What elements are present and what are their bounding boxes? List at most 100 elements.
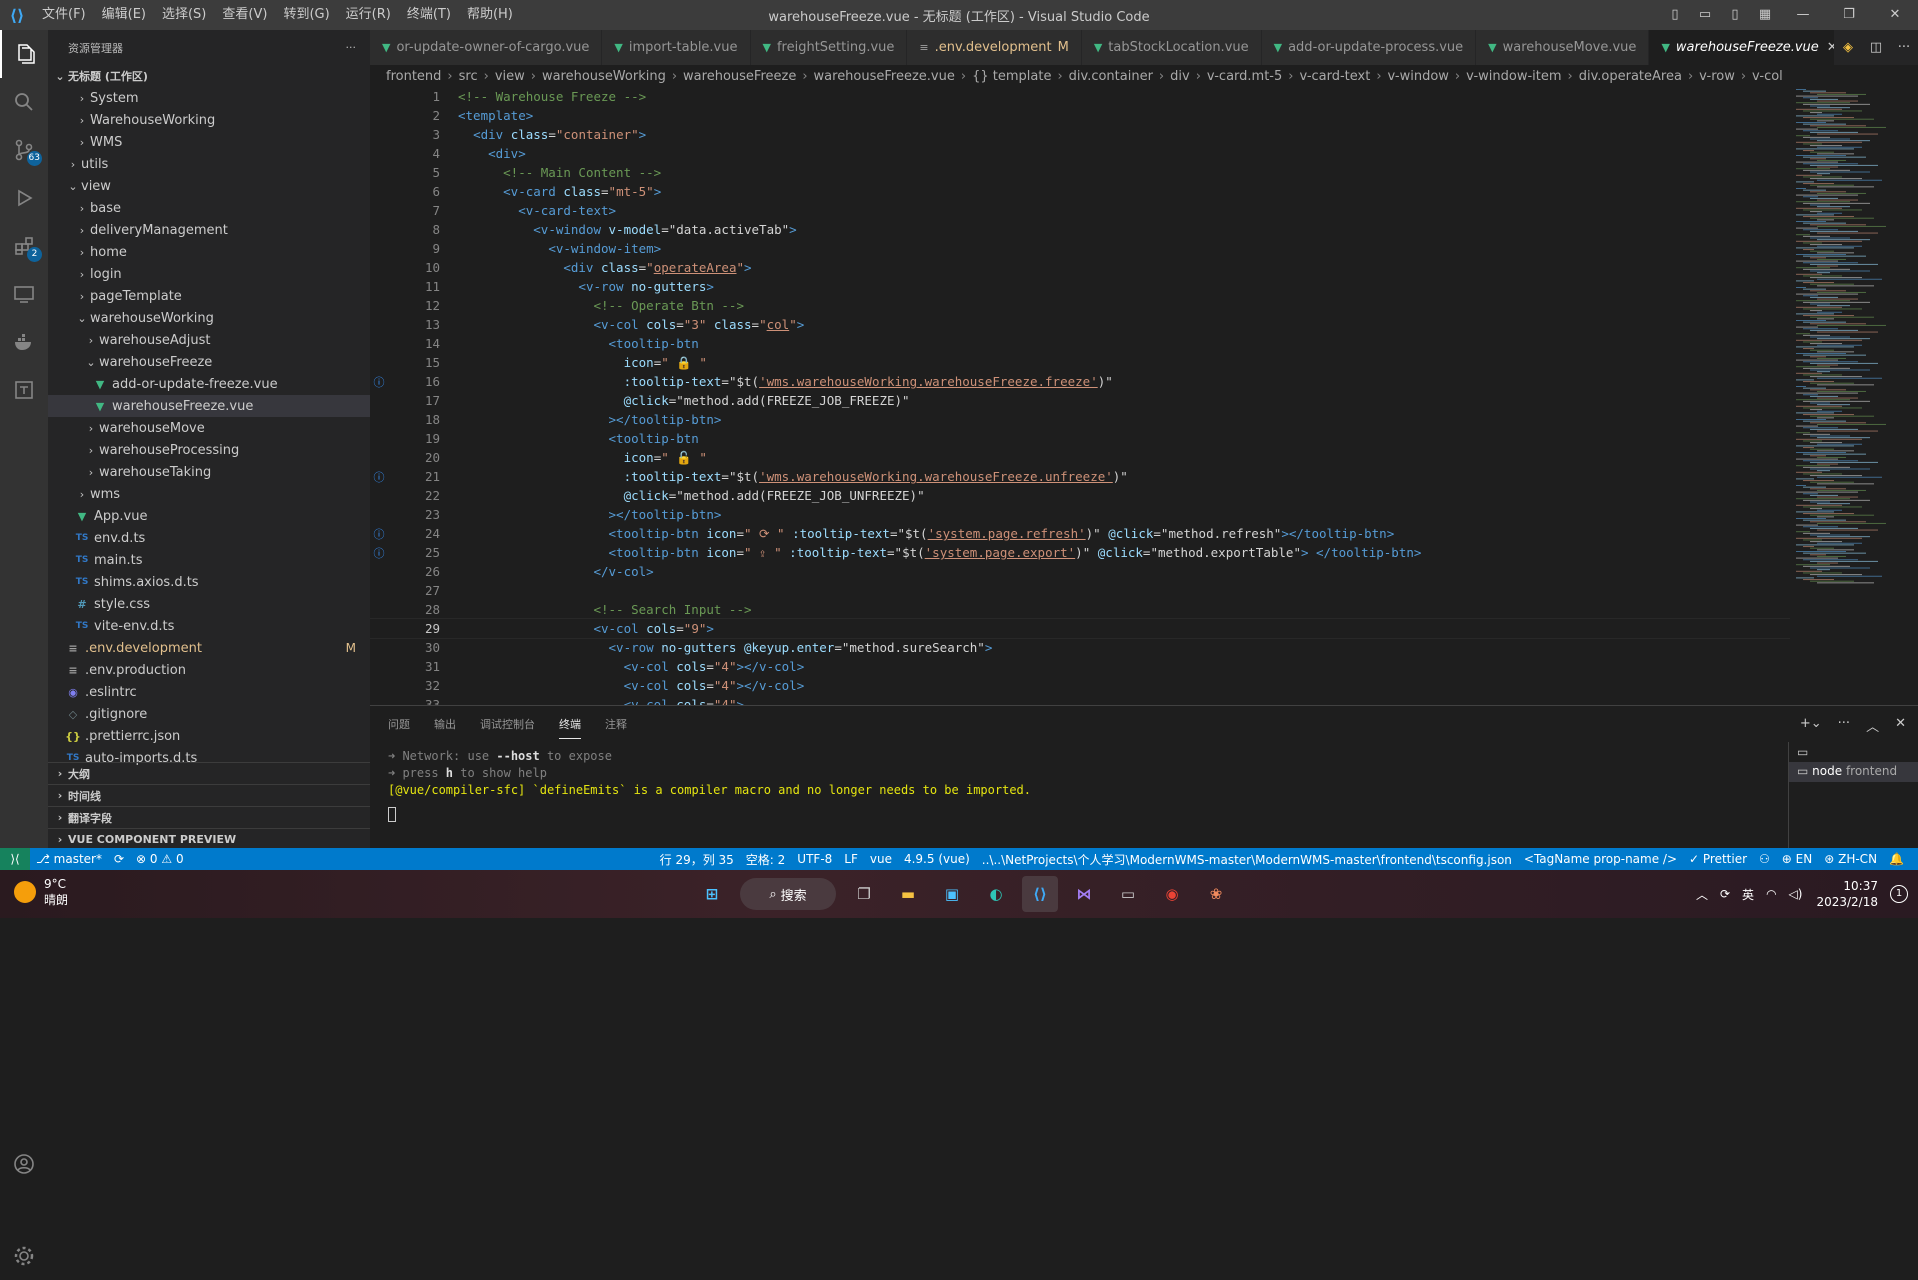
code-line[interactable]: 26 </v-col>: [370, 562, 1790, 581]
code-editor[interactable]: 1 <!-- Warehouse Freeze --> 2 <template> 3 <…: [370, 87, 1790, 705]
code-line[interactable]: ⓘ 24 <tooltip-btn icon=" ⟳ " :tooltip-tex…: [370, 524, 1790, 543]
live-share-icon[interactable]: ⚇: [1753, 852, 1776, 866]
start-button[interactable]: ⊞: [694, 876, 730, 912]
breadcrumb-item[interactable]: {} template: [972, 69, 1051, 84]
code-line[interactable]: 19 <tooltip-btn: [370, 429, 1790, 448]
breadcrumb-item[interactable]: div.operateArea: [1579, 69, 1682, 84]
cursor-position[interactable]: 行 29，列 35: [654, 851, 740, 868]
tab-tabstocklocation-vue[interactable]: ▼ tabStockLocation.vue: [1081, 30, 1262, 65]
tab-comments[interactable]: 注释: [605, 710, 627, 738]
new-terminal-icon[interactable]: +⌄: [1800, 716, 1822, 735]
task-view-icon[interactable]: ❐: [846, 876, 882, 912]
code-line[interactable]: 14 <tooltip-btn: [370, 334, 1790, 353]
folder-item[interactable]: › login: [48, 263, 370, 285]
file-item[interactable]: {} .prettierrc.json: [48, 725, 370, 747]
folder-item[interactable]: › pageTemplate: [48, 285, 370, 307]
tab-problems[interactable]: 问题: [388, 710, 410, 738]
breadcrumb-item[interactable]: warehouseWorking: [542, 69, 666, 84]
file-item[interactable]: ▼ warehouseFreeze.vue: [48, 395, 370, 417]
ime-indicator[interactable]: 英: [1742, 886, 1754, 903]
code-line[interactable]: 13 <v-col cols="3" class="col">: [370, 315, 1790, 334]
taskbar-search[interactable]: ⌕ 搜索: [740, 878, 836, 910]
sync-icon[interactable]: ⟳: [108, 852, 130, 866]
code-line[interactable]: ⓘ 21 :tooltip-text="$t('wms.warehouseWork…: [370, 467, 1790, 486]
code-line[interactable]: 5 <!-- Main Content -->: [370, 163, 1790, 182]
remote-explorer-icon[interactable]: [0, 270, 48, 318]
info-icon[interactable]: ⓘ: [370, 526, 388, 542]
menu-go[interactable]: 转到(G): [275, 0, 337, 30]
section-timeline[interactable]: › 时间线: [48, 784, 370, 806]
remote-indicator-icon[interactable]: ⟩⟨: [0, 848, 30, 870]
file-item[interactable]: TS vite-env.d.ts: [48, 615, 370, 637]
breadcrumb-item[interactable]: warehouseFreeze: [683, 69, 796, 84]
code-line[interactable]: 22 @click="method.add(FREEZE_JOB_UNFREEZ…: [370, 486, 1790, 505]
file-item[interactable]: ◉ .eslintrc: [48, 681, 370, 703]
weather-widget[interactable]: 9°C 晴朗: [14, 876, 68, 908]
account-icon[interactable]: [0, 1140, 48, 1188]
notification-badge[interactable]: 1: [1890, 885, 1908, 903]
encoding[interactable]: UTF-8: [791, 852, 838, 866]
indentation[interactable]: 空格: 2: [740, 851, 792, 868]
code-line[interactable]: 11 <v-row no-gutters>: [370, 277, 1790, 296]
folder-item[interactable]: › utils: [48, 153, 370, 175]
folder-item[interactable]: › warehouseProcessing: [48, 439, 370, 461]
code-line[interactable]: 9 <v-window-item>: [370, 239, 1790, 258]
menu-run[interactable]: 运行(R): [338, 0, 399, 30]
customize-layout-icon[interactable]: ▦: [1750, 0, 1780, 30]
folder-item[interactable]: ⌄ warehouseWorking: [48, 307, 370, 329]
docker-icon[interactable]: [0, 318, 48, 366]
vue-preview-icon[interactable]: ◈: [1834, 40, 1862, 55]
code-line[interactable]: 12 <!-- Operate Btn -->: [370, 296, 1790, 315]
section-vue-preview[interactable]: › VUE COMPONENT PREVIEW: [48, 828, 370, 850]
section-translation[interactable]: › 翻译字段: [48, 806, 370, 828]
code-line[interactable]: 31 <v-col cols="4"></v-col>: [370, 657, 1790, 676]
toggle-sidebar-icon[interactable]: ▯: [1660, 0, 1690, 30]
vscode-taskbar-icon[interactable]: ⟨⟩: [1022, 876, 1058, 912]
breadcrumb-item[interactable]: v-card-text: [1299, 69, 1370, 84]
explorer-icon[interactable]: [0, 30, 48, 78]
code-line[interactable]: 2 <template>: [370, 106, 1790, 125]
tab-env-development[interactable]: ≡ .env.development M: [907, 30, 1082, 65]
terminal-output[interactable]: ➜ Network: use --host to expose ➜ press …: [370, 748, 1918, 822]
minimize-button[interactable]: —: [1780, 0, 1826, 30]
notifications-bell-icon[interactable]: 🔔: [1883, 852, 1910, 866]
folder-item[interactable]: › deliveryManagement: [48, 219, 370, 241]
tsconfig-path[interactable]: ..\..\NetProjects\个人学习\ModernWMS-master\…: [976, 851, 1518, 868]
code-line[interactable]: 29 <v-col cols="9">: [370, 618, 1790, 639]
tab-import-table-vue[interactable]: ▼ import-table.vue: [602, 30, 751, 65]
breadcrumb-item[interactable]: div: [1170, 69, 1190, 84]
file-item[interactable]: # style.css: [48, 593, 370, 615]
folder-item[interactable]: › WarehouseWorking: [48, 109, 370, 131]
eol[interactable]: LF: [838, 852, 864, 866]
file-item[interactable]: TS main.ts: [48, 549, 370, 571]
file-item[interactable]: ≡ .env.development M: [48, 637, 370, 659]
folder-item[interactable]: › warehouseMove: [48, 417, 370, 439]
file-item[interactable]: ▼ App.vue: [48, 505, 370, 527]
tab-terminal[interactable]: 终端: [559, 710, 581, 739]
volume-icon[interactable]: ◁): [1789, 887, 1803, 901]
tab-warehousemove-vue[interactable]: ▼ warehouseMove.vue: [1476, 30, 1650, 65]
language-mode[interactable]: vue: [864, 852, 898, 866]
file-item[interactable]: TS shims.axios.d.ts: [48, 571, 370, 593]
chrome-icon[interactable]: ◉: [1154, 876, 1190, 912]
breadcrumb-item[interactable]: src: [459, 69, 478, 84]
more-actions-icon[interactable]: ···: [1890, 40, 1918, 55]
code-line[interactable]: 8 <v-window v-model="data.activeTab">: [370, 220, 1790, 239]
info-icon[interactable]: ⓘ: [370, 374, 388, 390]
breadcrumb-item[interactable]: view: [495, 69, 525, 84]
file-item[interactable]: ▼ add-or-update-freeze.vue: [48, 373, 370, 395]
more-actions-icon[interactable]: ···: [346, 41, 357, 54]
locale[interactable]: ⊛ ZH-CN: [1818, 852, 1883, 866]
info-icon[interactable]: ⓘ: [370, 545, 388, 561]
code-line[interactable]: 32 <v-col cols="4"></v-col>: [370, 676, 1790, 695]
tagname-style[interactable]: <TagName prop-name />: [1518, 852, 1683, 866]
menu-help[interactable]: 帮助(H): [459, 0, 521, 30]
menu-edit[interactable]: 编辑(E): [94, 0, 154, 30]
breadcrumb-item[interactable]: v-window: [1388, 69, 1449, 84]
split-editor-icon[interactable]: ◫: [1862, 40, 1890, 55]
file-item[interactable]: TS env.d.ts: [48, 527, 370, 549]
terminal-list-item[interactable]: ▭ node frontend: [1789, 762, 1918, 782]
code-line[interactable]: 6 <v-card class="mt-5">: [370, 182, 1790, 201]
code-line[interactable]: 28 <!-- Search Input -->: [370, 600, 1790, 619]
store-icon[interactable]: ▣: [934, 876, 970, 912]
